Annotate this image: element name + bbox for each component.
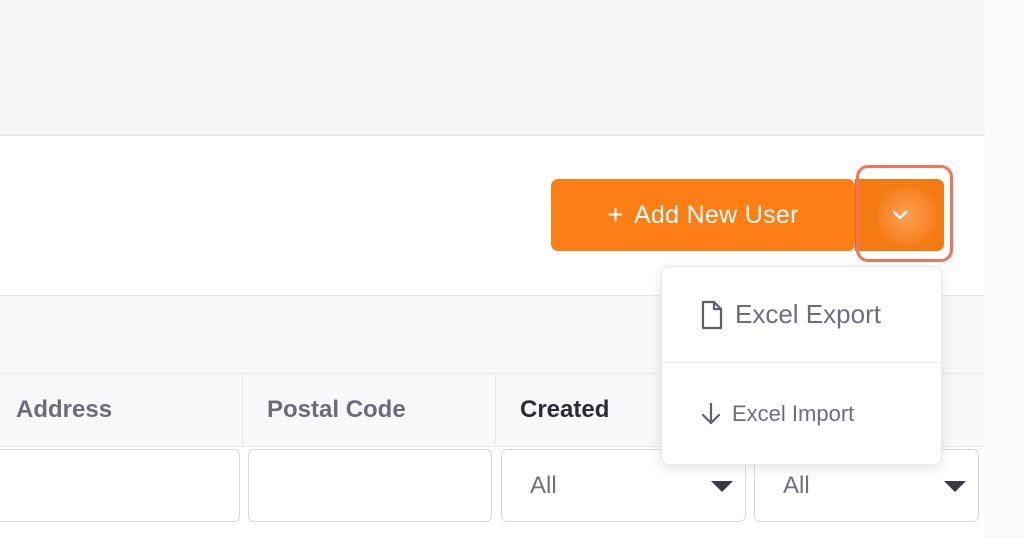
add-user-dropdown-menu: Excel Export Excel Import: [661, 266, 943, 465]
excel-import-item[interactable]: Excel Import: [662, 363, 943, 465]
menu-item-label: Excel Export: [735, 299, 881, 329]
column-header-postal-code[interactable]: Postal Code: [243, 374, 496, 446]
add-new-user-label: Add New User: [633, 200, 799, 229]
select-value: All: [530, 471, 557, 499]
caret-down-icon: [944, 481, 966, 492]
add-user-split-button: + Add New User: [551, 179, 855, 251]
column-header-address[interactable]: Address: [0, 374, 243, 446]
chevron-down-icon: [892, 210, 908, 220]
select-value: All: [783, 471, 810, 499]
excel-export-item[interactable]: Excel Export: [662, 267, 943, 363]
add-new-user-button[interactable]: + Add New User: [551, 179, 855, 251]
file-icon: [701, 300, 723, 329]
column-header-label: Address: [16, 396, 113, 423]
column-header-label: Postal Code: [267, 396, 406, 423]
plus-icon: +: [607, 199, 624, 230]
arrow-down-icon: [701, 402, 721, 425]
postal-code-filter-input[interactable]: [248, 449, 492, 522]
column-header-label: Created: [520, 396, 610, 423]
scrollbar-gutter: [985, 0, 1024, 538]
menu-item-label: Excel Import: [732, 401, 855, 426]
address-filter-input[interactable]: [0, 449, 240, 522]
caret-down-icon: [711, 481, 733, 492]
